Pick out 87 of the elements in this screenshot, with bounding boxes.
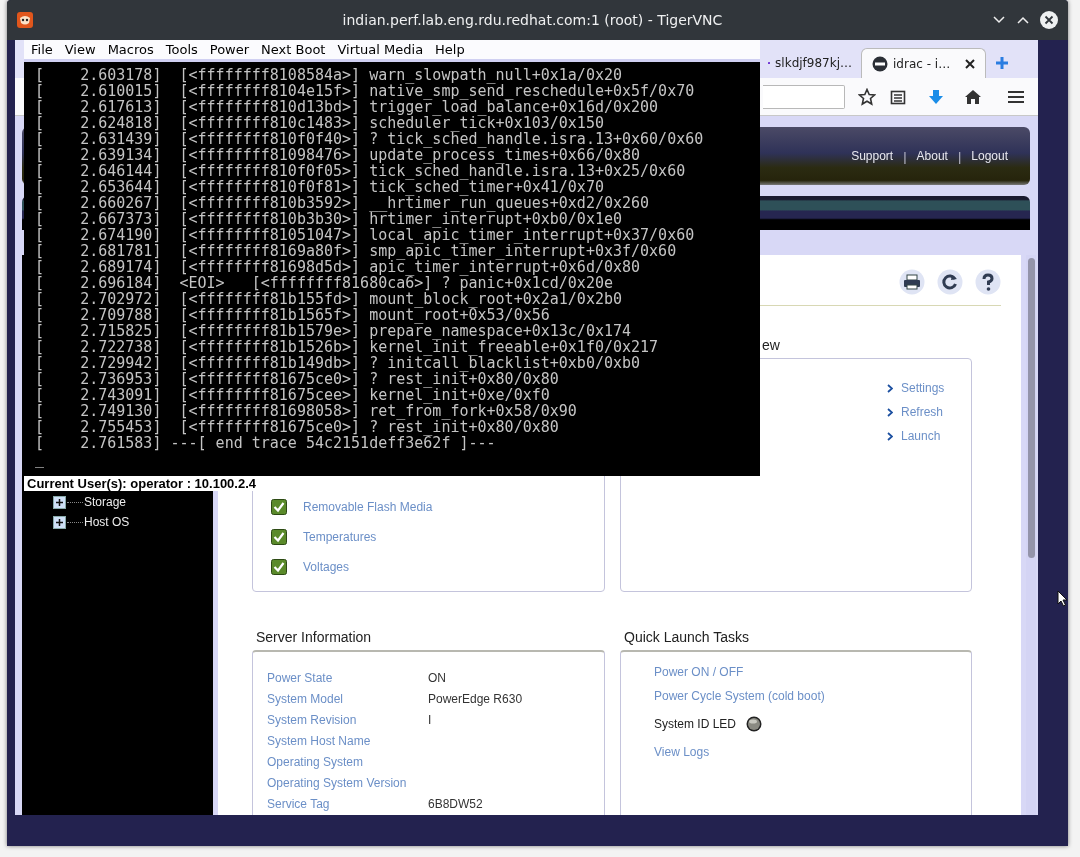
link-separator: | [903, 148, 907, 164]
browser-tab[interactable]: slkdjf987kj… [762, 48, 858, 78]
console-line: [ 2.681781] [<ffffffff8169a80f>] smp_apic_timer_interrupt+0x3f/0x60 [35, 243, 677, 259]
window-title: indian.perf.lab.eng.rdu.redhat.com:1 (root) - TigerVNC [341, 12, 724, 28]
console-line: [ 2.617613] [<ffffffff810d13bd>] trigger_load_balance+0x16d/0x200 [35, 99, 659, 115]
console-line: [ 2.709788] [<ffffffff81b1565f>] mount_root+0x53/0x56 [35, 307, 550, 323]
field-label[interactable]: System Host Name [267, 733, 428, 748]
field-label[interactable]: System Revision [267, 712, 428, 727]
home-icon[interactable] [964, 88, 982, 105]
console-line: [ 2.755453] [<ffffffff81675ce0>] ? rest_init+0x80/0x80 [35, 419, 559, 435]
link-separator: | [957, 148, 962, 164]
menu-item[interactable]: Next Boot [261, 42, 326, 57]
reading-list-icon[interactable] [890, 88, 906, 105]
console-line: [ 2.722738] [<ffffffff81b1526b>] kernel_init_freeable+0x1f0/0x217 [35, 339, 659, 355]
chevron-icon [887, 431, 893, 441]
console-line: [ 2.736953] [<ffffffff81675ce0>] ? rest_init+0x80/0x80 [35, 371, 559, 387]
console-line: [ 2.696184] <EOI> [<ffffffff81680ca6>] ? panic+0x1cd/0x20e [35, 275, 613, 291]
menu-item[interactable]: Virtual Media [337, 42, 424, 57]
led-indicator-icon[interactable] [746, 716, 763, 732]
refresh-icon[interactable] [937, 269, 963, 295]
header-link[interactable]: Support [851, 149, 894, 163]
browser-tab[interactable]: idrac - i… [861, 48, 986, 78]
print-icon[interactable] [899, 269, 925, 295]
menu-item[interactable]: View [64, 42, 96, 57]
task-link[interactable]: Power Cycle System (cold boot) [654, 689, 825, 703]
console-line: [ 2.610015] [<ffffffff8104e15f>] native_smp_send_reschedule+0x5f/0x70 [35, 83, 695, 99]
console-line: [ 2.631439] [<ffffffff810f0f40>] ? tick_sched_handle.isra.13+0x60/0x60 [35, 131, 704, 147]
console-line: [ 2.646144] [<ffffffff810f0f05>] tick_sched_handle.isra.13+0x25/0x60 [35, 163, 686, 179]
close-icon[interactable] [965, 58, 975, 69]
console-line: [ 2.653644] [<ffffffff810f0f81>] tick_sched_timer+0x41/0x70 [35, 179, 604, 195]
console-line: [ 2.761583] ---[ end trace 54c2151deff3e62f ]--- [35, 435, 496, 451]
chevron-icon [887, 383, 893, 393]
panel-link[interactable]: Refresh [901, 405, 944, 419]
panel-link[interactable]: Settings [901, 381, 945, 395]
scrollbar[interactable] [1026, 255, 1036, 815]
download-icon[interactable] [928, 88, 944, 105]
section-title: Quick Launch Tasks [624, 629, 750, 645]
console-line: [ 2.667373] [<ffffffff810b3b30>] hrtimer_interrupt+0xb0/0x1e0 [35, 211, 622, 227]
field-label[interactable]: Operating System Version [267, 775, 428, 790]
health-link[interactable]: Removable Flash Media [303, 500, 433, 514]
field-label[interactable]: Operating System [267, 754, 428, 769]
field-value: ON [428, 670, 446, 685]
app-icon [17, 12, 33, 28]
menu-item[interactable]: Help [435, 42, 465, 57]
expand-icon[interactable] [53, 495, 66, 509]
field-label[interactable]: System Model [267, 691, 428, 706]
menu-item[interactable]: Macros [107, 42, 154, 57]
section-title: Server Information [256, 629, 372, 645]
console-line: [ 2.674190] [<ffffffff81051047>] local_apic_timer_interrupt+0x37/0x60 [35, 227, 695, 243]
led-label: System ID LED [654, 717, 737, 731]
console-line: [ 2.743091] [<ffffffff81675cee>] kernel_init+0xe/0xf0 [35, 387, 550, 403]
console-line: [ 2.729942] [<ffffffff81b149db>] ? initcall_blacklist+0xb0/0xb0 [35, 355, 641, 371]
header-link[interactable]: About [916, 149, 948, 163]
console-line: [ 2.624818] [<ffffffff810c1483>] scheduler_tick+0x103/0x150 [35, 115, 604, 131]
console-line: [ 2.749130] [<ffffffff81698058>] ret_from_fork+0x58/0x90 [35, 403, 577, 419]
field-value: 6B8DW52 [428, 796, 483, 811]
console-line: [ 2.715825] [<ffffffff81b1579e>] prepare_namespace+0x13c/0x174 [35, 323, 632, 339]
header-link[interactable]: Logout [971, 149, 1008, 163]
field-label[interactable]: Power State [267, 670, 428, 685]
new-tab-icon[interactable] [995, 56, 1009, 70]
tree-item[interactable]: Storage [84, 495, 127, 509]
console-line: [ 2.689174] [<ffffffff81698d5d>] apic_timer_interrupt+0x6d/0x80 [35, 259, 641, 275]
health-link[interactable]: Voltages [303, 560, 350, 574]
task-link[interactable]: View Logs [654, 745, 710, 759]
console-line: [ 2.702972] [<ffffffff81b155fd>] mount_block_root+0x2a1/0x2b0 [35, 291, 622, 307]
task-link[interactable]: Power ON / OFF [654, 665, 744, 679]
field-value: PowerEdge R630 [428, 691, 523, 706]
tree-item[interactable]: Host OS [84, 515, 130, 529]
menu-item[interactable]: File [31, 42, 53, 57]
star-icon[interactable] [858, 87, 876, 106]
text-cursor: _ [35, 451, 45, 467]
help-icon[interactable] [975, 269, 1001, 295]
address-field[interactable] [763, 84, 845, 109]
field-value: I [428, 712, 432, 727]
field-label[interactable]: Service Tag [267, 796, 428, 811]
console-line: [ 2.639134] [<ffffffff81098476>] update_process_times+0x66/0x80 [35, 147, 641, 163]
menu-item[interactable]: Tools [165, 42, 198, 57]
console-line: [ 2.660267] [<ffffffff810b3592>] __hrtimer_run_queues+0xd2/0x260 [35, 195, 650, 211]
expand-icon[interactable] [53, 515, 66, 529]
panel-link[interactable]: Launch [901, 429, 941, 443]
health-link[interactable]: Temperatures [303, 530, 377, 544]
close-icon[interactable] [1040, 11, 1058, 29]
console-line: [ 2.603178] [<ffffffff8108584a>] warn_slowpath_null+0x1a/0x20 [35, 67, 622, 83]
menu-item[interactable]: Power [209, 42, 250, 57]
mouse-pointer-icon [1057, 590, 1068, 607]
chevron-icon [887, 407, 893, 417]
menu-icon[interactable] [1007, 89, 1025, 104]
